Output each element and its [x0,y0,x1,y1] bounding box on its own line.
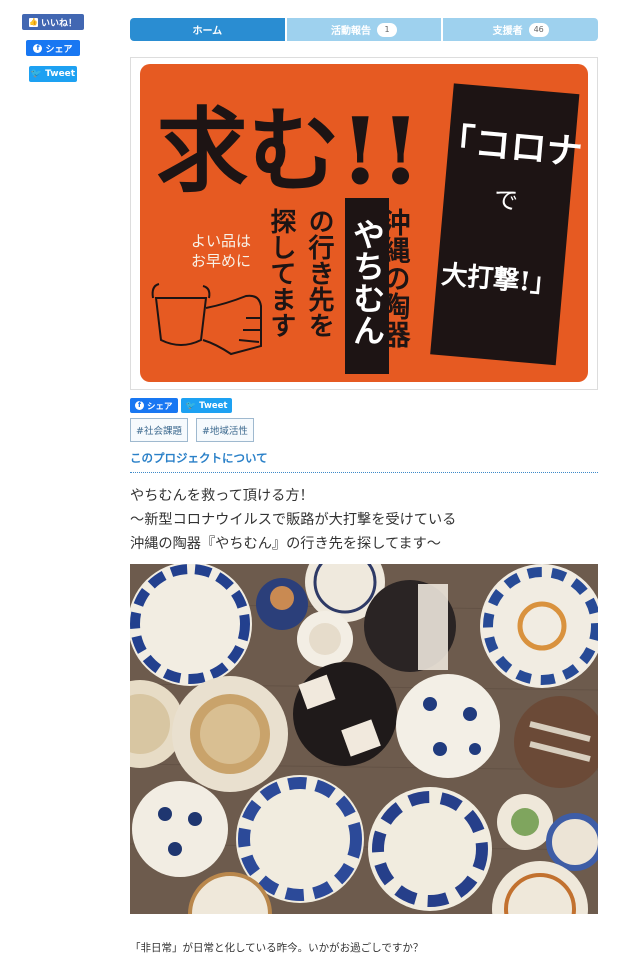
activity-count-badge: 1 [377,22,397,37]
facebook-icon: f [135,401,144,410]
small-cup-white [297,611,353,667]
plate-flowers-center [396,674,500,778]
tag-social-issue[interactable]: #社会課題 [130,418,188,442]
supporters-count-badge: 46 [528,22,549,37]
tab-supporters-label: 支援者 [492,26,523,37]
pottery-photo-graphic [130,564,598,914]
tab-activity-reports[interactable]: 活動報告 1 [286,18,442,41]
tab-home[interactable]: ホーム [130,18,285,41]
facebook-share-small-button[interactable]: f シェア [130,398,178,413]
small-cup-blue-right [546,813,598,871]
tweet-button[interactable]: 🐦 Tweet [29,66,77,82]
facebook-share-button[interactable]: f シェア [26,40,80,56]
twitter-bird-icon: 🐦 [30,68,43,79]
plate-flowers-left [132,781,228,877]
side-social-buttons: 👍 いいね！ f シェア 🐦 Tweet [22,14,84,92]
tweet-small-button[interactable]: 🐦 Tweet [180,398,233,413]
tag-list: #社会課題 #地域活性 [130,418,254,442]
plate-blue-swirl-right [368,787,492,911]
project-tabs: ホーム 活動報告 1 支援者 46 [130,18,599,41]
lead-line-1: やちむんを救って頂ける方！ [130,488,314,504]
like-label: いいね！ [40,18,77,29]
bowl-amber [172,676,288,792]
hero-col-searching: 探してます [266,208,296,338]
tab-home-label: ホーム [192,26,223,37]
tweet-label: Tweet [45,69,76,79]
twitter-bird-icon: 🐦 [185,400,197,411]
hero-banner: 求む!! 「コロナ で 大打撃!」 沖縄の陶器 やちむん の行き先を 探してます… [130,57,598,390]
hero-handwritten-2: お早めに [191,252,251,270]
plate-black-red [293,662,397,766]
share-row: f シェア 🐦 Tweet [130,398,233,413]
body-first-line: 「非日常」が日常と化している昨今。いかがお過ごしですか？ [130,942,424,954]
small-cup-green [497,794,553,850]
lead-line-2: 〜新型コロナウイルスで販路が大打撃を受けている [130,512,457,528]
section-divider [130,472,598,473]
share-small-label: シェア [147,401,173,412]
tab-supporters[interactable]: 支援者 46 [443,18,599,41]
tab-activity-reports-label: 活動報告 [331,26,371,37]
tweet-small-label: Tweet [199,400,228,411]
about-project-heading: このプロジェクトについて [130,451,268,465]
small-cup-blue [256,578,308,630]
tag-regional-revitalization[interactable]: #地域活性 [195,418,254,442]
plate-top-left [130,564,252,686]
thumbs-up-icon: 👍 [28,17,38,27]
facebook-icon: f [33,43,43,53]
hero-col-yachimun: やちむん [348,218,386,346]
hero-banner-graphic: 求む!! 「コロナ で 大打撃!」 沖縄の陶器 やちむん の行き先を 探してます… [131,58,597,389]
like-button[interactable]: 👍 いいね！ [22,14,84,30]
pottery-photo [130,564,598,914]
lead-text: やちむんを救って頂ける方！ 〜新型コロナウイルスで販路が大打撃を受けている 沖縄… [130,484,600,556]
lead-line-3: 沖縄の陶器『やちむん』の行き先を探してます〜 [130,536,441,552]
hero-box-line-2: で [493,185,519,215]
plate-black-striped [364,580,456,672]
hero-headline: 求む!! [156,97,421,205]
hero-col-destination: の行き先を [304,208,335,338]
hero-handwritten-1: よい品は [191,232,251,250]
share-label: シェア [45,44,73,55]
